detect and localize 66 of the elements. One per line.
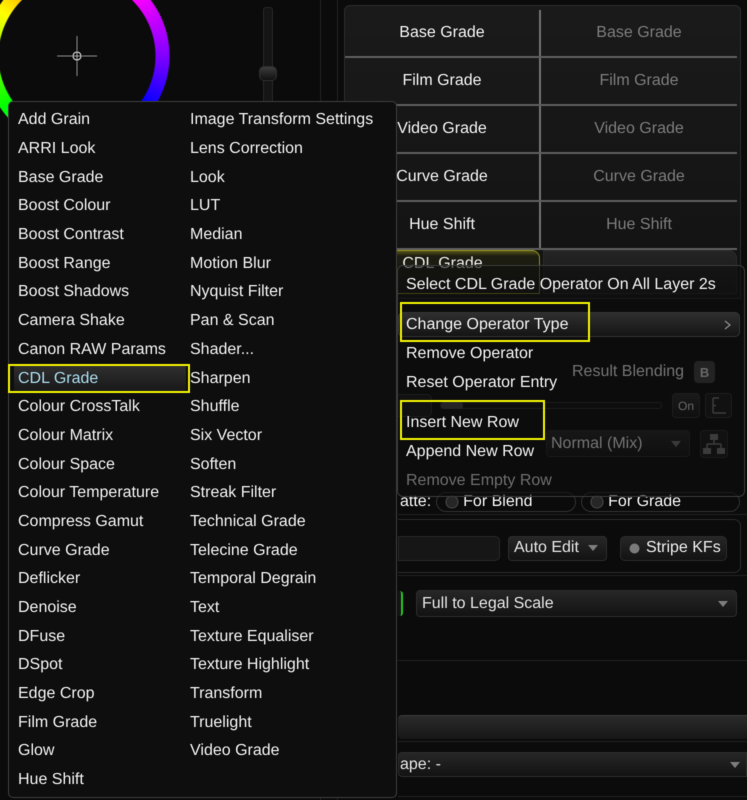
- menu-item[interactable]: Insert New Row: [398, 413, 527, 432]
- crosshair-icon[interactable]: [57, 36, 97, 76]
- menu-item[interactable]: Compress Gamut: [14, 508, 186, 536]
- result-blending-label: Result Blending: [572, 363, 684, 381]
- menu-item[interactable]: Streak Filter: [186, 478, 396, 508]
- auto-edit-dropdown[interactable]: Auto Edit: [508, 536, 607, 560]
- stripe-kfs-toggle[interactable]: Stripe KFs: [620, 536, 727, 560]
- menu-item[interactable]: Colour CrossTalk: [14, 392, 186, 422]
- menu-item[interactable]: Add Grain: [14, 106, 186, 135]
- radio-icon[interactable]: [445, 495, 460, 509]
- menu-item[interactable]: Boost Range: [14, 249, 186, 278]
- menu-item[interactable]: Six Vector: [186, 422, 396, 450]
- menu-item[interactable]: Remove Operator: [398, 344, 542, 363]
- menu-item[interactable]: Edge Crop: [14, 680, 186, 708]
- menu-item[interactable]: Colour Space: [14, 450, 186, 479]
- menu-item[interactable]: Camera Shake: [14, 306, 186, 336]
- menu-item[interactable]: Telecine Grade: [186, 536, 396, 565]
- menu-item[interactable]: Film Grade: [14, 708, 186, 738]
- blend-mode-dropdown[interactable]: Normal (Mix): [546, 430, 690, 457]
- scale-dropdown[interactable]: Full to Legal Scale: [416, 590, 737, 617]
- menu-item[interactable]: Transform: [186, 680, 396, 708]
- menu-item[interactable]: Truelight: [186, 708, 396, 738]
- caret-icon: [671, 440, 681, 446]
- caret-icon: [718, 600, 728, 606]
- menu-item[interactable]: Change Operator Type: [398, 312, 740, 337]
- menu-item[interactable]: Boost Shadows: [14, 278, 186, 307]
- menu-item[interactable]: Boost Colour: [14, 192, 186, 221]
- menu-item[interactable]: Texture Equaliser: [186, 622, 396, 652]
- radio-option[interactable]: For Grade: [581, 492, 740, 512]
- input-field[interactable]: [398, 536, 500, 560]
- slider-thumb[interactable]: [259, 66, 277, 80]
- menu-item[interactable]: Shader...: [186, 336, 396, 364]
- shape-dropdown[interactable]: ape: -: [398, 752, 747, 777]
- menu-item[interactable]: Sharpen: [186, 364, 396, 393]
- menu-item[interactable]: Base Grade: [14, 163, 186, 192]
- menu-item[interactable]: Texture Highlight: [186, 651, 396, 680]
- menu-item[interactable]: Deflicker: [14, 565, 186, 594]
- matte-label: atte:: [400, 493, 432, 511]
- menu-item[interactable]: DSpot: [14, 651, 186, 680]
- menu-item[interactable]: Video Grade: [186, 737, 396, 766]
- menu-item[interactable]: Technical Grade: [186, 508, 396, 536]
- menu-item[interactable]: Boost Contrast: [14, 220, 186, 250]
- menu-item[interactable]: Text: [186, 594, 396, 622]
- caret-icon: [730, 762, 740, 768]
- menu-item[interactable]: Colour Temperature: [14, 478, 186, 508]
- menu-item[interactable]: Append New Row: [398, 442, 542, 461]
- grade-cell[interactable]: Base Grade: [345, 10, 541, 56]
- slider-thumb[interactable]: [441, 402, 463, 409]
- menu-item[interactable]: Soften: [186, 450, 396, 479]
- menu-item[interactable]: ARRI Look: [14, 134, 186, 164]
- menu-item[interactable]: Reset Operator Entry: [398, 373, 566, 392]
- menu-item[interactable]: Denoise: [14, 594, 186, 622]
- menu-item[interactable]: DFuse: [14, 622, 186, 652]
- radio-icon[interactable]: [590, 495, 604, 509]
- menu-item[interactable]: Canon RAW Params: [14, 336, 186, 364]
- menu-item[interactable]: Hue Shift: [14, 766, 186, 794]
- radio-option[interactable]: For Blend: [436, 492, 576, 512]
- menu-item[interactable]: Curve Grade: [14, 536, 186, 565]
- menu-item[interactable]: Temporal Degrain: [186, 565, 396, 594]
- menu-item[interactable]: Colour Matrix: [14, 422, 186, 450]
- hierarchy-icon[interactable]: [700, 430, 728, 458]
- menu-item[interactable]: Glow: [14, 737, 186, 766]
- menu-item[interactable]: Pan & Scan: [186, 306, 396, 336]
- menu-item[interactable]: Shuffle: [186, 392, 396, 422]
- caret-icon: [588, 545, 598, 551]
- bracket-icon[interactable]: [705, 393, 732, 418]
